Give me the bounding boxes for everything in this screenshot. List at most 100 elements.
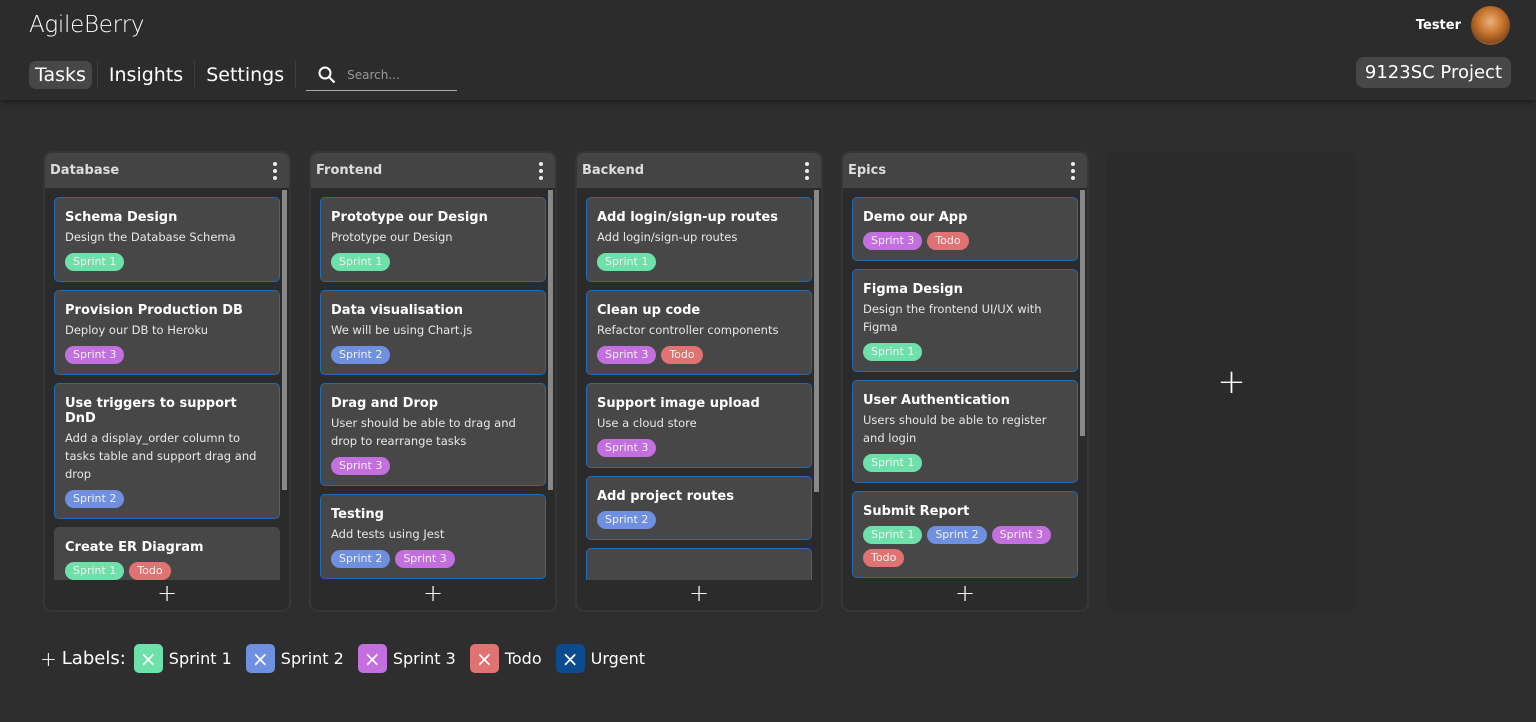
task-card[interactable]: Submit Report Sprint 1 Sprint 2 Sprint 3 Tod… <box>852 491 1078 578</box>
remove-label-icon[interactable]: × <box>357 644 387 673</box>
column-database: Database Schema Design Design the Database… <box>43 151 291 612</box>
card-title: Data visualisation <box>331 303 464 318</box>
card-description: User should be able to drag and drop to … <box>331 416 516 448</box>
more-options-icon[interactable] <box>801 160 813 182</box>
more-options-icon[interactable] <box>535 160 547 182</box>
tag-sprint-3: Sprint 3 <box>395 550 455 568</box>
column-header: Epics <box>843 153 1087 188</box>
card-tags: Sprint 3 <box>331 457 535 475</box>
tag-sprint-2: Sprint 2 <box>65 490 125 508</box>
label-name: Todo <box>504 649 542 668</box>
tag-todo: Todo <box>661 346 703 364</box>
more-options-icon[interactable] <box>269 160 281 182</box>
task-card[interactable]: Figma Design Design the frontend UI/UX wi… <box>852 269 1078 372</box>
add-card-button[interactable]: + <box>577 576 821 610</box>
remove-label-icon[interactable]: × <box>133 644 163 673</box>
avatar[interactable] <box>1471 6 1510 45</box>
card-description: Design the frontend UI/UX with Figma <box>863 302 1042 334</box>
task-card[interactable]: Demo our App Sprint 3 Todo <box>852 197 1078 261</box>
divider <box>295 61 297 89</box>
labels-title: Labels: <box>61 648 126 669</box>
task-card[interactable]: Provision Production DB Deploy our DB to … <box>54 290 280 375</box>
remove-label-icon[interactable]: × <box>555 644 585 673</box>
task-card[interactable]: Create ER Diagram Sprint 1 Todo <box>54 527 280 580</box>
card-list: Demo our App Sprint 3 Todo Figma Design Desi… <box>843 188 1087 580</box>
main-nav: Tasks Insights Settings <box>29 59 458 91</box>
card-title: Testing <box>331 507 384 522</box>
card-tags: Sprint 1 Sprint 2 Sprint 3 Todo <box>863 526 1067 567</box>
remove-label-icon[interactable]: × <box>469 644 499 673</box>
scrollbar[interactable] <box>814 190 819 492</box>
task-card[interactable]: Testing Add tests using Jest Sprint 2 Sprin… <box>320 494 546 579</box>
tag-sprint-3: Sprint 3 <box>597 439 657 457</box>
search-icon <box>318 66 336 83</box>
tag-sprint-1: Sprint 1 <box>65 253 125 271</box>
column-header: Frontend <box>311 153 555 188</box>
scrollbar[interactable] <box>282 190 287 490</box>
column-frontend: Frontend Prototype our Design Prototype ou… <box>309 151 557 612</box>
column-title: Backend <box>582 163 645 178</box>
card-tags: Sprint 1 <box>863 454 1067 472</box>
nav-tasks[interactable]: Tasks <box>29 61 92 89</box>
tag-sprint-1: Sprint 1 <box>331 253 391 271</box>
tag-sprint-3: Sprint 3 <box>331 457 391 475</box>
task-card[interactable]: Drag and Drop User should be able to drag… <box>320 383 546 486</box>
scrollbar[interactable] <box>548 190 553 490</box>
card-title: Support image upload <box>597 396 760 411</box>
add-label-button[interactable]: + <box>40 647 57 671</box>
task-card[interactable]: Support image upload Use a cloud store Spr… <box>586 383 812 468</box>
card-description: Add tests using Jest <box>331 527 445 541</box>
task-card[interactable]: Clean up code Refactor controller compone… <box>586 290 812 375</box>
card-description: Deploy our DB to Heroku <box>65 323 209 337</box>
column-epics: Epics Demo our App Sprint 3 Todo Figma Desig… <box>841 151 1089 612</box>
task-card[interactable]: Add login/sign-up routes Add login/sign-u… <box>586 197 812 282</box>
remove-label-icon[interactable]: × <box>245 644 275 673</box>
project-selector[interactable]: 9123SC Project <box>1355 57 1511 88</box>
card-tags: Sprint 2 Sprint 3 <box>331 550 535 568</box>
tag-sprint-1: Sprint 1 <box>863 526 923 544</box>
column-backend: Backend Add login/sign-up routes Add login… <box>575 151 823 612</box>
task-card[interactable]: Use triggers to support DnD Add a display… <box>54 383 280 519</box>
scrollbar[interactable] <box>1080 190 1085 436</box>
card-tags: Sprint 3 Todo <box>597 346 801 364</box>
more-options-icon[interactable] <box>1067 160 1079 182</box>
tag-sprint-1: Sprint 1 <box>597 253 657 271</box>
card-description: Refactor controller components <box>597 323 779 337</box>
card-tags: Sprint 2 <box>597 511 801 529</box>
column-title: Database <box>50 163 120 178</box>
nav-settings[interactable]: Settings <box>200 61 290 89</box>
labels-bar: + Labels: × Sprint 1 × Sprint 2 × Sprint 3 × To… <box>40 644 659 673</box>
card-tags: Sprint 1 <box>65 253 269 271</box>
add-column-button[interactable]: + <box>1107 151 1356 612</box>
tag-sprint-3: Sprint 3 <box>991 526 1051 544</box>
add-card-button[interactable]: + <box>311 576 555 610</box>
tag-sprint-2: Sprint 2 <box>331 550 391 568</box>
label-name: Sprint 1 <box>168 649 232 668</box>
add-card-button[interactable]: + <box>45 576 289 610</box>
task-card[interactable]: Data visualisation We will be using Chart… <box>320 290 546 375</box>
task-card[interactable]: User Authentication Users should be able … <box>852 380 1078 483</box>
tag-todo: Todo <box>927 232 969 250</box>
card-title: Demo our App <box>863 210 968 225</box>
task-card[interactable]: Schema Design Design the Database Schema S… <box>54 197 280 282</box>
card-list: Prototype our Design Prototype our Design… <box>311 188 555 580</box>
user-name: Tester <box>1415 18 1461 33</box>
top-bar: AgileBerry Tasks Insights Settings Teste… <box>0 0 1536 100</box>
card-description: Design the Database Schema <box>65 230 236 244</box>
search-input[interactable] <box>347 67 448 82</box>
task-card[interactable]: Add project routes Sprint 2 <box>586 476 812 540</box>
nav-insights[interactable]: Insights <box>103 61 189 89</box>
label-name: Urgent <box>590 649 646 668</box>
card-tags: Sprint 1 <box>863 343 1067 361</box>
card-description: Add login/sign-up routes <box>597 230 738 244</box>
card-title: Schema Design <box>65 210 178 225</box>
tag-sprint-3: Sprint 3 <box>863 232 923 250</box>
add-card-button[interactable]: + <box>843 576 1087 610</box>
card-title: Create ER Diagram <box>65 540 204 555</box>
label-item: × Sprint 1 <box>133 644 232 673</box>
card-title: Use triggers to support DnD <box>65 396 237 426</box>
divider <box>194 61 196 89</box>
task-card[interactable]: Prototype our Design Prototype our Design… <box>320 197 546 282</box>
user-menu[interactable]: Tester <box>1416 6 1510 45</box>
card-list: Schema Design Design the Database Schema S… <box>45 188 289 580</box>
